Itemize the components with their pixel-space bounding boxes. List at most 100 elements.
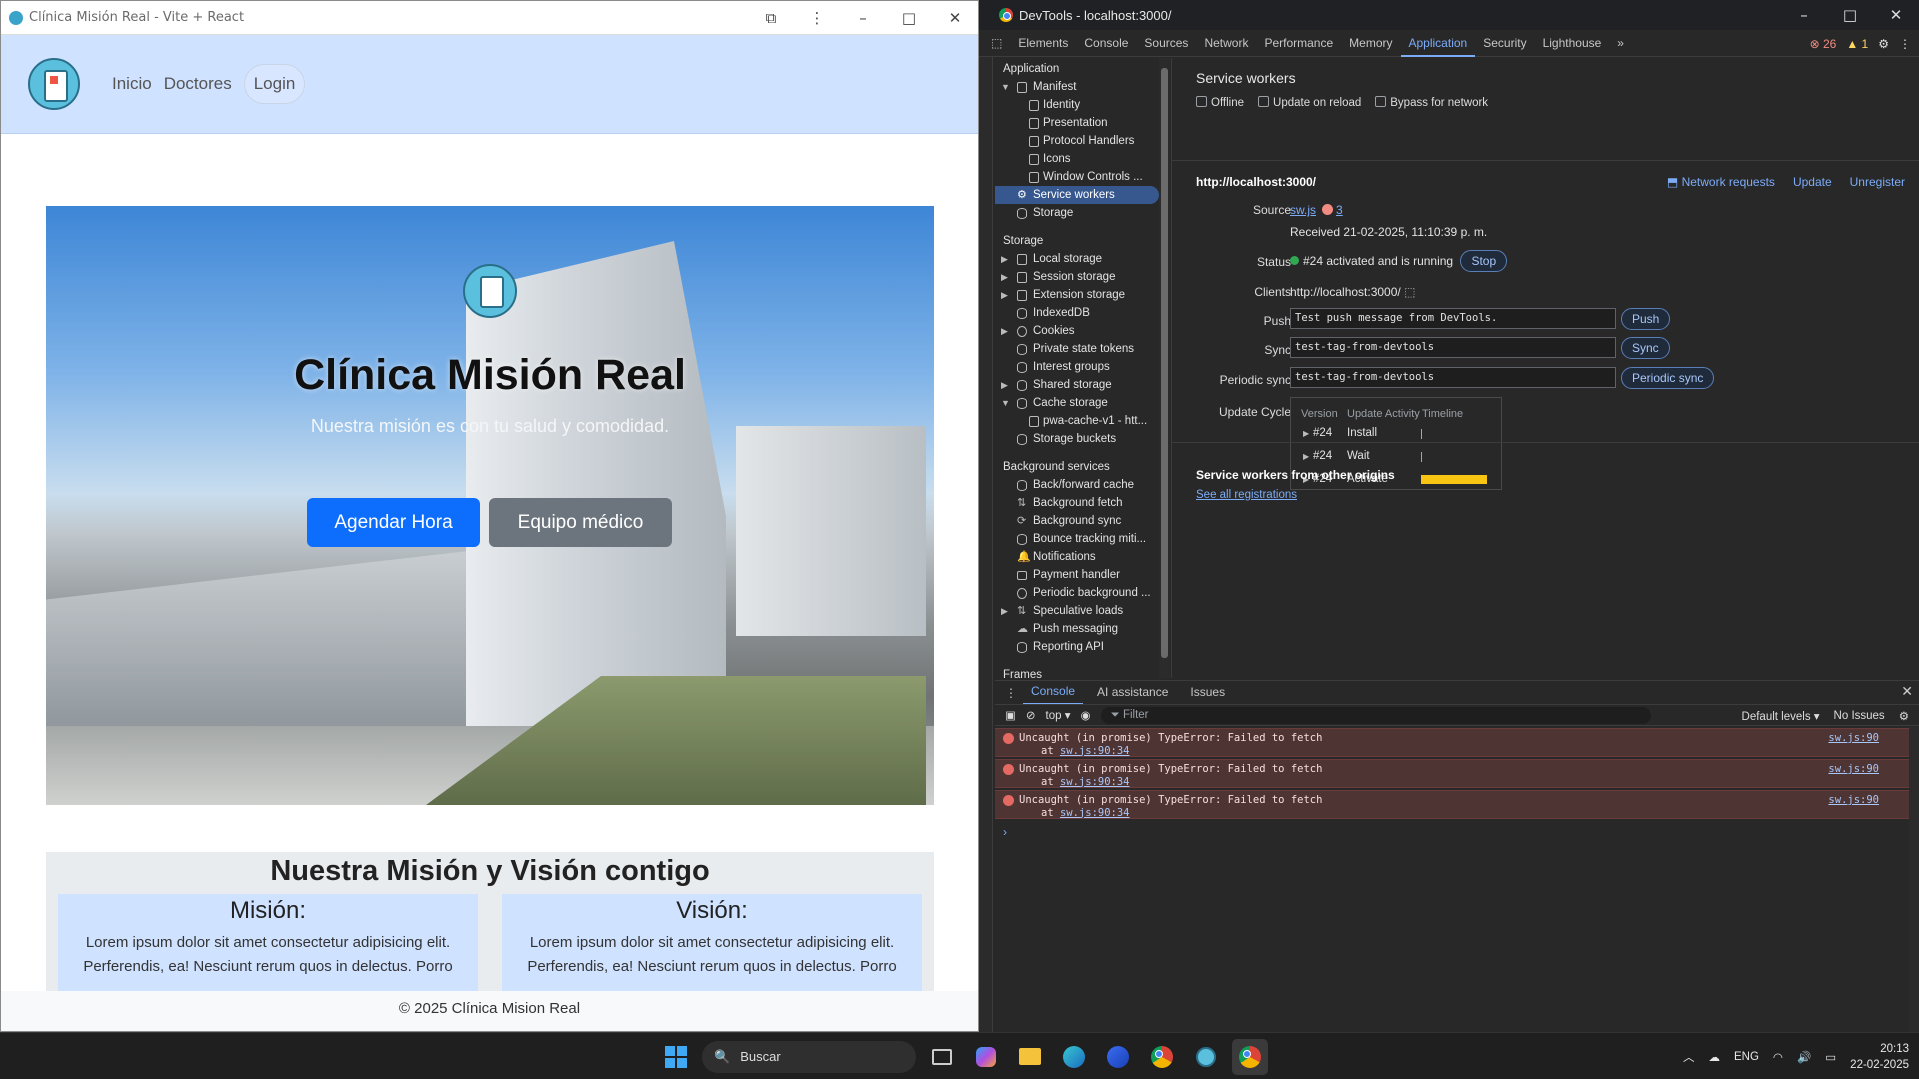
message-source-link[interactable]: sw.js:90 <box>1828 763 1879 776</box>
sidebar-item-speculative-loads[interactable]: ▶ ⇅ Speculative loads <box>995 602 1159 620</box>
devtools-minimize-button[interactable]: – <box>1781 6 1827 24</box>
clinic-logo-icon[interactable] <box>28 58 80 110</box>
volume-icon[interactable]: 🔊 <box>1797 1050 1811 1064</box>
console-scrollbar[interactable] <box>1909 727 1919 1033</box>
devtools-maximize-button[interactable]: □ <box>1827 6 1873 24</box>
wifi-icon[interactable]: ◠ <box>1773 1050 1783 1064</box>
drawer-menu-icon[interactable]: ⋮ <box>1005 686 1017 700</box>
console-prompt[interactable]: › <box>995 819 1919 839</box>
sync-button[interactable]: Sync <box>1621 337 1670 359</box>
battery-icon[interactable]: ▭ <box>1825 1050 1836 1064</box>
periodic-sync-input[interactable]: test-tag-from-devtools <box>1290 367 1616 388</box>
devtools-titlebar[interactable]: DevTools - localhost:3000/ – □ ✕ <box>979 0 1919 30</box>
message-source-link[interactable]: sw.js:90 <box>1828 732 1879 745</box>
sidebar-item-session-storage[interactable]: ▶ Session storage <box>995 268 1159 286</box>
sidebar-item-interest-groups[interactable]: Interest groups <box>995 358 1159 376</box>
extensions-icon[interactable]: ⧉ <box>748 9 794 27</box>
taskbar-search[interactable]: 🔍 Buscar <box>702 1040 916 1073</box>
stack-link[interactable]: sw.js:90:34 <box>1060 776 1130 788</box>
firefox-icon[interactable] <box>1100 1039 1136 1075</box>
sidebar-item-storage[interactable]: Storage <box>995 204 1159 222</box>
sync-input[interactable]: test-tag-from-devtools <box>1290 337 1616 358</box>
update-link[interactable]: Update <box>1793 175 1832 189</box>
inspect-element-icon[interactable]: ⬚ <box>983 30 1010 57</box>
onedrive-cloud-icon[interactable]: ☁ <box>1709 1050 1721 1064</box>
sidebar-item-icons[interactable]: Icons <box>995 150 1159 168</box>
sidebar-item-bounce-tracking[interactable]: Bounce tracking miti... <box>995 530 1159 548</box>
sidebar-item-reporting-api[interactable]: Reporting API <box>995 638 1159 656</box>
sidebar-item-storage-buckets[interactable]: Storage buckets <box>995 430 1159 448</box>
chrome-devtools-taskbar-icon[interactable] <box>1232 1038 1268 1075</box>
push-input[interactable]: Test push message from DevTools. <box>1290 308 1616 329</box>
sidebar-item-cookies[interactable]: ▶ Cookies <box>995 322 1159 340</box>
sidebar-item-service-workers[interactable]: ⚙ Service workers <box>995 186 1159 204</box>
tab-elements[interactable]: Elements <box>1010 30 1076 57</box>
sidebar-item-background-fetch[interactable]: ⇅ Background fetch <box>995 494 1159 512</box>
sidebar-item-notifications[interactable]: 🔔 Notifications <box>995 548 1159 566</box>
sidebar-item-manifest[interactable]: ▼ Manifest <box>995 78 1159 96</box>
chevron-right-icon[interactable]: ▶ <box>1303 452 1309 461</box>
console-error-message[interactable]: Uncaught (in promise) TypeError: Failed … <box>995 759 1919 788</box>
network-requests-link[interactable]: ⬒ Network requests <box>1667 175 1775 189</box>
push-button[interactable]: Push <box>1621 308 1671 330</box>
bypass-for-network-checkbox[interactable]: Bypass for network <box>1375 96 1488 109</box>
warning-count-badge[interactable]: ▲ 1 <box>1846 37 1868 51</box>
nav-link-inicio[interactable]: Inicio <box>112 74 152 94</box>
unregister-link[interactable]: Unregister <box>1850 175 1905 189</box>
sidebar-item-payment-handler[interactable]: Payment handler <box>995 566 1159 584</box>
devtools-close-button[interactable]: ✕ <box>1873 6 1919 24</box>
sidebar-item-periodic-background[interactable]: Periodic background ... <box>995 584 1159 602</box>
tab-memory[interactable]: Memory <box>1341 30 1400 57</box>
sidebar-item-extension-storage[interactable]: ▶ Extension storage <box>995 286 1159 304</box>
task-view-icon[interactable] <box>924 1039 960 1075</box>
tab-lighthouse[interactable]: Lighthouse <box>1535 30 1610 57</box>
uc-row[interactable]: ▶ #24 Wait <box>1291 450 1503 470</box>
tab-network[interactable]: Network <box>1196 30 1256 57</box>
error-count-badge[interactable]: ⊗ 26 <box>1810 37 1837 51</box>
sidebar-item-shared-storage[interactable]: ▶ Shared storage <box>995 376 1159 394</box>
more-tabs-icon[interactable]: » <box>1609 30 1632 57</box>
copilot-icon[interactable] <box>968 1039 1004 1075</box>
stack-link[interactable]: sw.js:90:34 <box>1060 807 1130 819</box>
drawer-tab-issues[interactable]: Issues <box>1182 681 1233 704</box>
nav-login-button[interactable]: Login <box>243 64 306 104</box>
filter-input[interactable]: ⏷ Filter <box>1100 706 1651 724</box>
tab-sources[interactable]: Sources <box>1136 30 1196 57</box>
sidebar-item-presentation[interactable]: Presentation <box>995 114 1159 132</box>
update-on-reload-checkbox[interactable]: Update on reload <box>1258 96 1361 109</box>
tab-application[interactable]: Application <box>1400 30 1476 57</box>
start-button[interactable] <box>658 1039 694 1075</box>
sidebar-item-window-controls[interactable]: Window Controls ... <box>995 168 1159 186</box>
console-error-message[interactable]: Uncaught (in promise) TypeError: Failed … <box>995 790 1919 819</box>
tab-console[interactable]: Console <box>1076 30 1136 57</box>
clock[interactable]: 20:13 22-02-2025 <box>1850 1041 1909 1073</box>
chevron-right-icon[interactable]: ▶ <box>1303 429 1309 438</box>
clear-console-icon[interactable]: ⊘ <box>1026 708 1036 722</box>
sidebar-scrollbar[interactable] <box>1159 58 1170 678</box>
source-error-count[interactable]: 3 <box>1336 203 1343 217</box>
tab-performance[interactable]: Performance <box>1256 30 1341 57</box>
sidebar-toggle-icon[interactable]: ▣ <box>1005 708 1016 722</box>
drawer-close-icon[interactable]: ✕ <box>1901 683 1913 700</box>
offline-checkbox[interactable]: Offline <box>1196 96 1244 109</box>
sidebar-item-background-sync[interactable]: ⟳ Background sync <box>995 512 1159 530</box>
more-menu-icon[interactable]: ⋮ <box>794 9 840 27</box>
chrome-taskbar-icon[interactable] <box>1144 1039 1180 1075</box>
equipo-medico-button[interactable]: Equipo médico <box>489 498 672 547</box>
sidebar-item-identity[interactable]: Identity <box>995 96 1159 114</box>
file-explorer-icon[interactable] <box>1012 1039 1048 1075</box>
sidebar-item-push-messaging[interactable]: ☁ Push messaging <box>995 620 1159 638</box>
sidebar-scroll-thumb[interactable] <box>1161 68 1168 658</box>
minimize-button[interactable]: – <box>840 9 886 27</box>
uc-row[interactable]: ▶ #24 Install <box>1291 427 1503 447</box>
settings-gear-icon[interactable]: ⚙ <box>1878 37 1889 51</box>
sidebar-item-indexeddb[interactable]: IndexedDB <box>995 304 1159 322</box>
edge-icon[interactable] <box>1056 1039 1092 1075</box>
browser-titlebar[interactable]: Clínica Misión Real - Vite + React ⧉ ⋮ –… <box>1 1 978 35</box>
close-button[interactable]: ✕ <box>932 9 978 27</box>
live-expression-eye-icon[interactable]: ◉ <box>1080 708 1090 722</box>
language-indicator[interactable]: ENG <box>1734 1051 1759 1063</box>
sidebar-item-local-storage[interactable]: ▶ Local storage <box>995 250 1159 268</box>
sidebar-item-cache-storage[interactable]: ▼ Cache storage <box>995 394 1159 412</box>
maximize-button[interactable]: □ <box>886 9 932 27</box>
